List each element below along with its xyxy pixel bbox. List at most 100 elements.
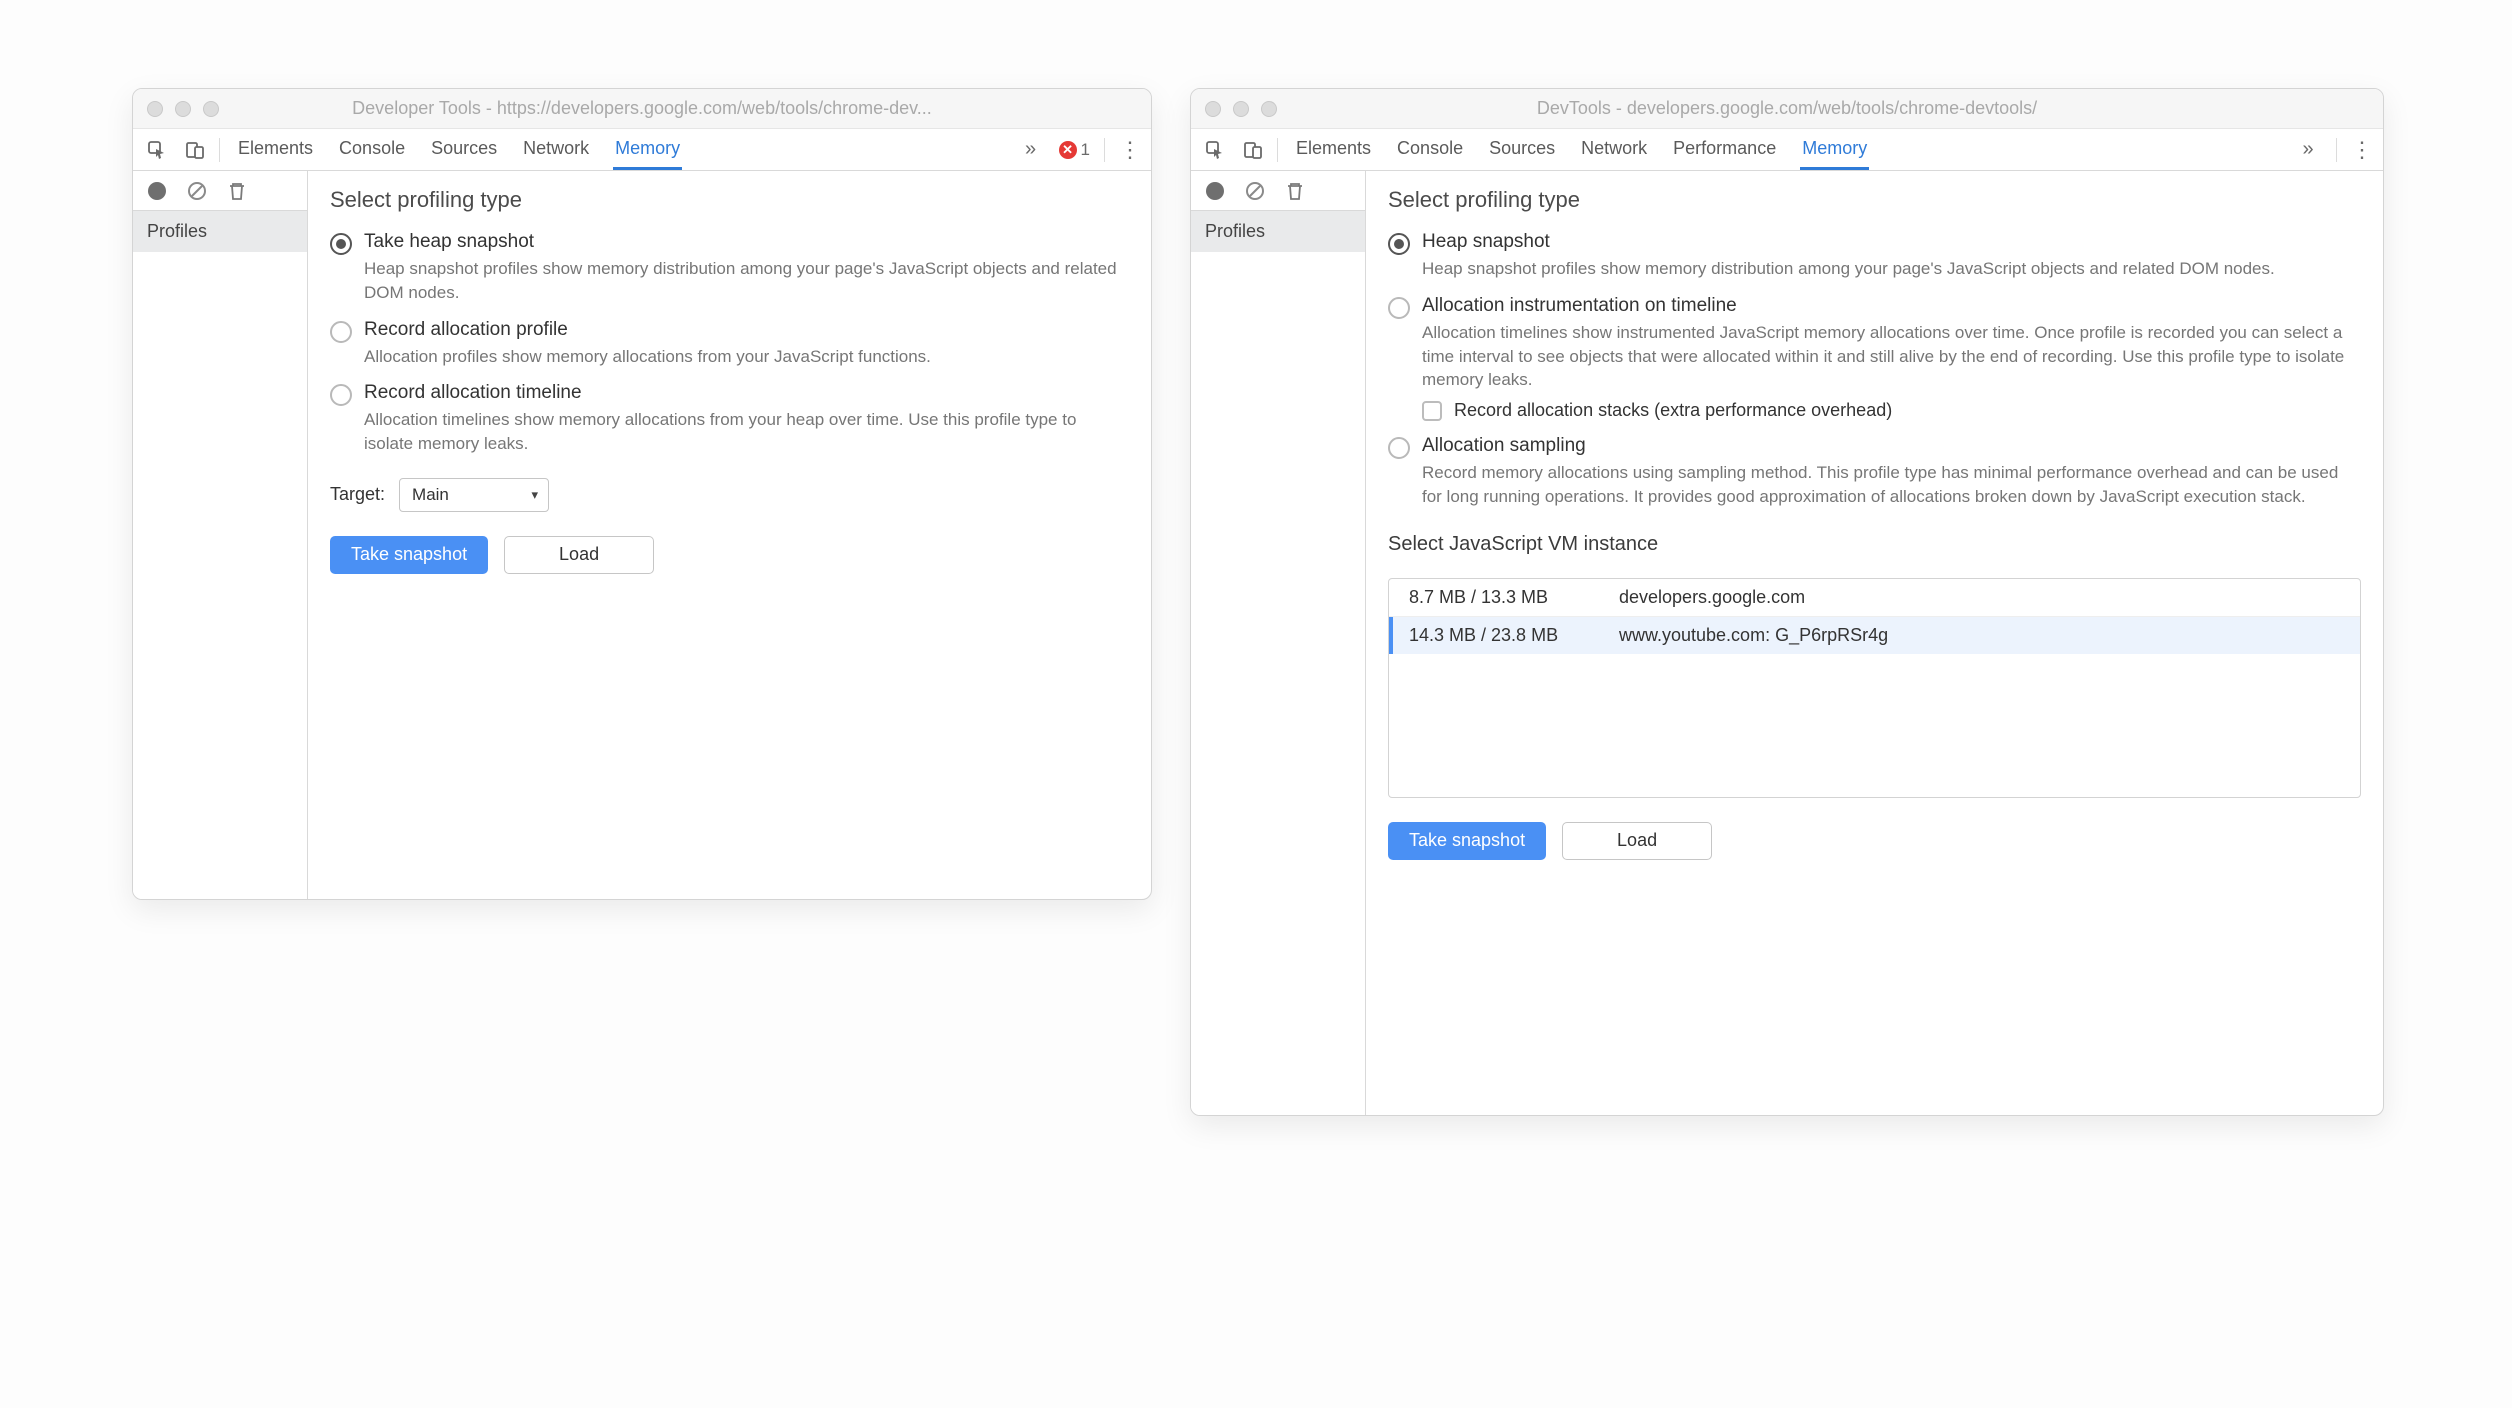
option-title: Record allocation timeline <box>364 382 1129 404</box>
sidebar-toolbar <box>1191 171 1365 211</box>
devtools-tab-bar: Elements Console Sources Network Memory … <box>133 129 1151 171</box>
divider <box>219 138 220 162</box>
option-body: Allocation sampling Record memory alloca… <box>1422 435 2361 509</box>
devtools-window-left: Developer Tools - https://developers.goo… <box>132 88 1152 900</box>
tab-console[interactable]: Console <box>337 129 407 170</box>
devtools-tab-bar: Elements Console Sources Network Perform… <box>1191 129 2383 171</box>
target-select[interactable]: Main <box>399 478 549 512</box>
option-title: Allocation sampling <box>1422 435 2361 457</box>
vm-memory: 8.7 MB / 13.3 MB <box>1409 587 1619 608</box>
option-allocation-timeline[interactable]: Allocation instrumentation on timeline A… <box>1388 295 2361 392</box>
sidebar-toolbar <box>133 171 307 211</box>
devtools-window-right: DevTools - developers.google.com/web/too… <box>1190 88 2384 1116</box>
divider <box>1104 138 1105 162</box>
option-allocation-timeline[interactable]: Record allocation timeline Allocation ti… <box>330 382 1129 456</box>
error-count: 1 <box>1081 140 1090 160</box>
take-snapshot-button[interactable]: Take snapshot <box>1388 822 1546 860</box>
sidebar-item-profiles[interactable]: Profiles <box>133 211 307 252</box>
option-desc: Record memory allocations using sampling… <box>1422 461 2361 509</box>
traffic-lights <box>1205 101 1277 117</box>
profiles-sidebar: Profiles <box>133 171 308 899</box>
option-heap-snapshot[interactable]: Heap snapshot Heap snapshot profiles sho… <box>1388 231 2361 281</box>
delete-icon[interactable] <box>1285 181 1305 201</box>
radio-icon[interactable] <box>1388 297 1410 319</box>
record-icon[interactable] <box>147 181 167 201</box>
radio-icon[interactable] <box>330 321 352 343</box>
more-tabs-icon[interactable]: » <box>1017 136 1045 164</box>
tab-elements[interactable]: Elements <box>1294 129 1373 170</box>
record-allocation-stacks-checkbox[interactable]: Record allocation stacks (extra performa… <box>1422 400 2361 421</box>
traffic-close-icon[interactable] <box>147 101 163 117</box>
option-body: Take heap snapshot Heap snapshot profile… <box>364 231 1129 305</box>
option-desc: Allocation profiles show memory allocati… <box>364 345 1129 369</box>
load-button[interactable]: Load <box>504 536 654 574</box>
option-desc: Allocation timelines show instrumented J… <box>1422 321 2361 392</box>
sidebar-item-profiles[interactable]: Profiles <box>1191 211 1365 252</box>
vm-host: www.youtube.com: G_P6rpRSr4g <box>1619 625 2340 646</box>
device-toolbar-icon[interactable] <box>1239 136 1267 164</box>
traffic-zoom-icon[interactable] <box>203 101 219 117</box>
take-snapshot-button[interactable]: Take snapshot <box>330 536 488 574</box>
button-row: Take snapshot Load <box>1388 822 2361 860</box>
checkbox-icon[interactable] <box>1422 401 1442 421</box>
radio-icon[interactable] <box>330 384 352 406</box>
tab-network[interactable]: Network <box>521 129 591 170</box>
option-allocation-sampling[interactable]: Allocation sampling Record memory alloca… <box>1388 435 2361 509</box>
tab-sources[interactable]: Sources <box>1487 129 1557 170</box>
tab-memory[interactable]: Memory <box>613 129 682 170</box>
option-allocation-profile[interactable]: Record allocation profile Allocation pro… <box>330 319 1129 369</box>
option-body: Record allocation timeline Allocation ti… <box>364 382 1129 456</box>
divider <box>2336 138 2337 162</box>
window-title: Developer Tools - https://developers.goo… <box>133 98 1151 119</box>
traffic-minimize-icon[interactable] <box>175 101 191 117</box>
target-value: Main <box>412 485 449 505</box>
radio-icon[interactable] <box>1388 437 1410 459</box>
option-desc: Heap snapshot profiles show memory distr… <box>1422 257 2361 281</box>
error-badge[interactable]: ✕ 1 <box>1059 140 1090 160</box>
more-tabs-icon[interactable]: » <box>2294 136 2322 164</box>
checkbox-label: Record allocation stacks (extra performa… <box>1454 400 1892 421</box>
divider <box>1277 138 1278 162</box>
record-icon[interactable] <box>1205 181 1225 201</box>
option-desc: Heap snapshot profiles show memory distr… <box>364 257 1129 305</box>
delete-icon[interactable] <box>227 181 247 201</box>
panel-tabs: Elements Console Sources Network Perform… <box>1294 129 1869 170</box>
tab-console[interactable]: Console <box>1395 129 1465 170</box>
device-toolbar-icon[interactable] <box>181 136 209 164</box>
settings-menu-icon[interactable]: ⋮ <box>1119 137 1141 163</box>
clear-icon[interactable] <box>187 181 207 201</box>
panel-tabs: Elements Console Sources Network Memory <box>236 129 682 170</box>
target-row: Target: Main <box>330 478 1129 512</box>
inspect-element-icon[interactable] <box>143 136 171 164</box>
clear-icon[interactable] <box>1245 181 1265 201</box>
tab-performance[interactable]: Performance <box>1671 129 1778 170</box>
traffic-minimize-icon[interactable] <box>1233 101 1249 117</box>
memory-content: Select profiling type Heap snapshot Heap… <box>1366 171 2383 1115</box>
option-allocation-timeline-group: Allocation instrumentation on timeline A… <box>1388 295 2361 421</box>
tab-elements[interactable]: Elements <box>236 129 315 170</box>
traffic-close-icon[interactable] <box>1205 101 1221 117</box>
vm-heading: Select JavaScript VM instance <box>1388 533 2361 556</box>
traffic-lights <box>147 101 219 117</box>
title-bar: DevTools - developers.google.com/web/too… <box>1191 89 2383 129</box>
load-button[interactable]: Load <box>1562 822 1712 860</box>
tab-sources[interactable]: Sources <box>429 129 499 170</box>
option-body: Allocation instrumentation on timeline A… <box>1422 295 2361 392</box>
settings-menu-icon[interactable]: ⋮ <box>2351 137 2373 163</box>
radio-icon[interactable] <box>330 233 352 255</box>
vm-row[interactable]: 14.3 MB / 23.8 MB www.youtube.com: G_P6r… <box>1389 617 2360 654</box>
vm-row[interactable]: 8.7 MB / 13.3 MB developers.google.com <box>1389 579 2360 617</box>
traffic-zoom-icon[interactable] <box>1261 101 1277 117</box>
panel-body: Profiles Select profiling type Heap snap… <box>1191 171 2383 1115</box>
option-title: Take heap snapshot <box>364 231 1129 253</box>
radio-icon[interactable] <box>1388 233 1410 255</box>
tab-memory[interactable]: Memory <box>1800 129 1869 170</box>
profiling-heading: Select profiling type <box>330 187 1129 213</box>
window-title: DevTools - developers.google.com/web/too… <box>1191 98 2383 119</box>
tab-network[interactable]: Network <box>1579 129 1649 170</box>
vm-host: developers.google.com <box>1619 587 2340 608</box>
option-title: Allocation instrumentation on timeline <box>1422 295 2361 317</box>
option-heap-snapshot[interactable]: Take heap snapshot Heap snapshot profile… <box>330 231 1129 305</box>
inspect-element-icon[interactable] <box>1201 136 1229 164</box>
tab-bar-right: » ✕ 1 ⋮ <box>1017 136 1141 164</box>
